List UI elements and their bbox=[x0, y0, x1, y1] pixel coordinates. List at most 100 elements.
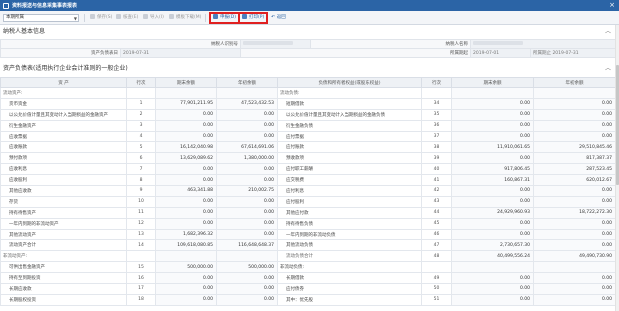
asset-begin-balance[interactable]: 0.00 bbox=[216, 217, 278, 230]
asset-begin-balance[interactable]: 0.00 bbox=[216, 283, 278, 295]
liability-end-balance[interactable]: 0.00 bbox=[451, 293, 534, 306]
liability-name: 应付利息 bbox=[277, 185, 422, 197]
liability-end-balance[interactable]: 2,730,657.30 bbox=[451, 239, 534, 252]
verify-button[interactable]: 核查(E) bbox=[113, 13, 141, 23]
import-button[interactable]: 导入(I) bbox=[140, 13, 167, 23]
asset-end-balance[interactable]: 0.00 bbox=[155, 272, 217, 285]
liability-end-balance[interactable]: 160,867.31 bbox=[451, 174, 534, 187]
liability-begin-balance[interactable] bbox=[533, 261, 616, 274]
liability-end-balance[interactable]: 24,929,960.93 bbox=[451, 206, 534, 219]
liability-end-balance[interactable]: 40,499,556.24 bbox=[451, 250, 534, 263]
liability-begin-balance[interactable]: 0.00 bbox=[533, 185, 616, 197]
liability-begin-balance[interactable]: 0.00 bbox=[533, 119, 616, 132]
asset-begin-balance[interactable]: 116,648,648.37 bbox=[216, 239, 278, 252]
liability-begin-balance[interactable]: 817,387.37 bbox=[533, 152, 616, 165]
balance-sheet-section-header[interactable]: 资产负债表(适用执行企业会计准则的一般企业) ︿ bbox=[0, 64, 619, 74]
liability-end-balance[interactable] bbox=[451, 261, 534, 274]
table-row: 应收股利 8 0.00 0.00 应交税费 41 160,867.31 620,012.67 bbox=[0, 174, 616, 187]
liability-line: 46 bbox=[421, 228, 452, 241]
liability-begin-balance[interactable]: 0.00 bbox=[533, 272, 616, 285]
liability-begin-balance[interactable] bbox=[533, 87, 616, 99]
save-button[interactable]: 保存(S) bbox=[87, 13, 115, 23]
liability-end-balance[interactable]: 0.00 bbox=[451, 228, 534, 241]
liability-begin-balance[interactable]: 620,012.67 bbox=[533, 174, 616, 187]
liability-begin-balance[interactable]: 287,523.45 bbox=[533, 163, 616, 176]
asset-begin-balance[interactable]: 0.00 bbox=[216, 108, 278, 121]
asset-end-balance[interactable]: 0.00 bbox=[155, 119, 217, 132]
asset-begin-balance[interactable]: 0.00 bbox=[216, 228, 278, 241]
liability-end-balance[interactable]: 0.00 bbox=[451, 217, 534, 230]
liability-begin-balance[interactable]: 0.00 bbox=[533, 228, 616, 241]
liability-end-balance[interactable] bbox=[451, 87, 534, 99]
liability-end-balance[interactable]: 0.00 bbox=[451, 108, 534, 121]
liability-end-balance[interactable]: 917,806.45 bbox=[451, 163, 534, 176]
asset-end-balance[interactable]: 463,341.88 bbox=[155, 185, 217, 197]
import-icon bbox=[143, 14, 148, 19]
print-button[interactable]: 打印(P) bbox=[239, 13, 268, 23]
asset-begin-balance[interactable]: 0.00 bbox=[216, 293, 278, 306]
asset-end-balance[interactable]: 16,142,040.98 bbox=[155, 141, 217, 154]
liability-begin-balance[interactable]: 18,722,272.30 bbox=[533, 206, 616, 219]
liability-end-balance[interactable]: 0.00 bbox=[451, 97, 534, 110]
chevron-up-icon[interactable]: ︿ bbox=[605, 27, 611, 37]
asset-begin-balance[interactable]: 0.00 bbox=[216, 195, 278, 208]
asset-end-balance[interactable]: 0.00 bbox=[155, 174, 217, 187]
template-download-button[interactable]: 模板下载(M) bbox=[166, 13, 204, 23]
asset-begin-balance[interactable]: 0.00 bbox=[216, 130, 278, 143]
liability-end-balance[interactable]: 0.00 bbox=[451, 283, 534, 295]
declare-button[interactable]: 申报(D) bbox=[210, 13, 239, 23]
asset-begin-balance[interactable]: 500,000.00 bbox=[216, 261, 278, 274]
asset-end-balance[interactable]: 0.00 bbox=[155, 293, 217, 306]
liability-begin-balance[interactable]: 49,490,730.90 bbox=[533, 250, 616, 263]
asset-end-balance[interactable] bbox=[155, 250, 217, 263]
asset-end-balance[interactable]: 77,901,211.95 bbox=[155, 97, 217, 110]
liability-begin-balance[interactable]: 0.00 bbox=[533, 293, 616, 306]
asset-begin-balance[interactable]: 210,002.75 bbox=[216, 185, 278, 197]
asset-begin-balance[interactable] bbox=[216, 87, 278, 99]
liability-end-balance[interactable]: 0.00 bbox=[451, 185, 534, 197]
asset-end-balance[interactable]: 500,000.00 bbox=[155, 261, 217, 274]
asset-end-balance[interactable]: 0.00 bbox=[155, 206, 217, 219]
vertical-scrollbar[interactable] bbox=[615, 25, 619, 311]
asset-end-balance[interactable]: 0.00 bbox=[155, 195, 217, 208]
asset-end-balance[interactable]: 0.00 bbox=[155, 108, 217, 121]
asset-end-balance[interactable]: 0.00 bbox=[155, 217, 217, 230]
asset-begin-balance[interactable]: 0.00 bbox=[216, 174, 278, 187]
asset-begin-balance[interactable]: 1,380,000.00 bbox=[216, 152, 278, 165]
asset-end-balance[interactable]: 109,618,080.85 bbox=[155, 239, 217, 252]
asset-end-balance[interactable]: 13,629,089.62 bbox=[155, 152, 217, 165]
asset-begin-balance[interactable]: 0.00 bbox=[216, 119, 278, 132]
liability-end-balance[interactable]: 0.00 bbox=[451, 130, 534, 143]
asset-begin-balance[interactable]: 67,614,691.06 bbox=[216, 141, 278, 154]
liability-line bbox=[421, 261, 452, 274]
liability-begin-balance[interactable]: 0.00 bbox=[533, 239, 616, 252]
asset-end-balance[interactable] bbox=[155, 87, 217, 99]
liability-end-balance[interactable]: 0.00 bbox=[451, 152, 534, 165]
close-icon[interactable]: × bbox=[609, 1, 615, 10]
asset-begin-balance[interactable]: 0.00 bbox=[216, 206, 278, 219]
liability-begin-balance[interactable]: 0.00 bbox=[533, 217, 616, 230]
liability-begin-balance[interactable]: 29,510,845.46 bbox=[533, 141, 616, 154]
liability-begin-balance[interactable]: 0.00 bbox=[533, 130, 616, 143]
asset-begin-balance[interactable]: 0.00 bbox=[216, 272, 278, 285]
chevron-up-icon[interactable]: ︿ bbox=[605, 64, 611, 74]
asset-end-balance[interactable]: 1,682,396.32 bbox=[155, 228, 217, 241]
period-select[interactable]: 本期所属 ▼ bbox=[3, 14, 79, 22]
asset-name: 持有至到期投资 bbox=[0, 272, 127, 285]
liability-end-balance[interactable]: 0.00 bbox=[451, 119, 534, 132]
liability-begin-balance[interactable]: 0.00 bbox=[533, 97, 616, 110]
liability-begin-balance[interactable]: 0.00 bbox=[533, 195, 616, 208]
asset-begin-balance[interactable]: 0.00 bbox=[216, 163, 278, 176]
asset-begin-balance[interactable] bbox=[216, 250, 278, 263]
back-button[interactable]: ↶ 返回 bbox=[268, 13, 289, 23]
asset-end-balance[interactable]: 0.00 bbox=[155, 130, 217, 143]
liability-begin-balance[interactable]: 0.00 bbox=[533, 108, 616, 121]
liability-end-balance[interactable]: 11,910,061.65 bbox=[451, 141, 534, 154]
liability-end-balance[interactable]: 0.00 bbox=[451, 195, 534, 208]
taxpayer-section-header[interactable]: 纳税人基本信息 ︿ bbox=[0, 27, 619, 37]
asset-end-balance[interactable]: 0.00 bbox=[155, 283, 217, 295]
liability-end-balance[interactable]: 0.00 bbox=[451, 272, 534, 285]
asset-end-balance[interactable]: 0.00 bbox=[155, 163, 217, 176]
asset-begin-balance[interactable]: 47,523,432.53 bbox=[216, 97, 278, 110]
liability-begin-balance[interactable]: 0.00 bbox=[533, 283, 616, 295]
